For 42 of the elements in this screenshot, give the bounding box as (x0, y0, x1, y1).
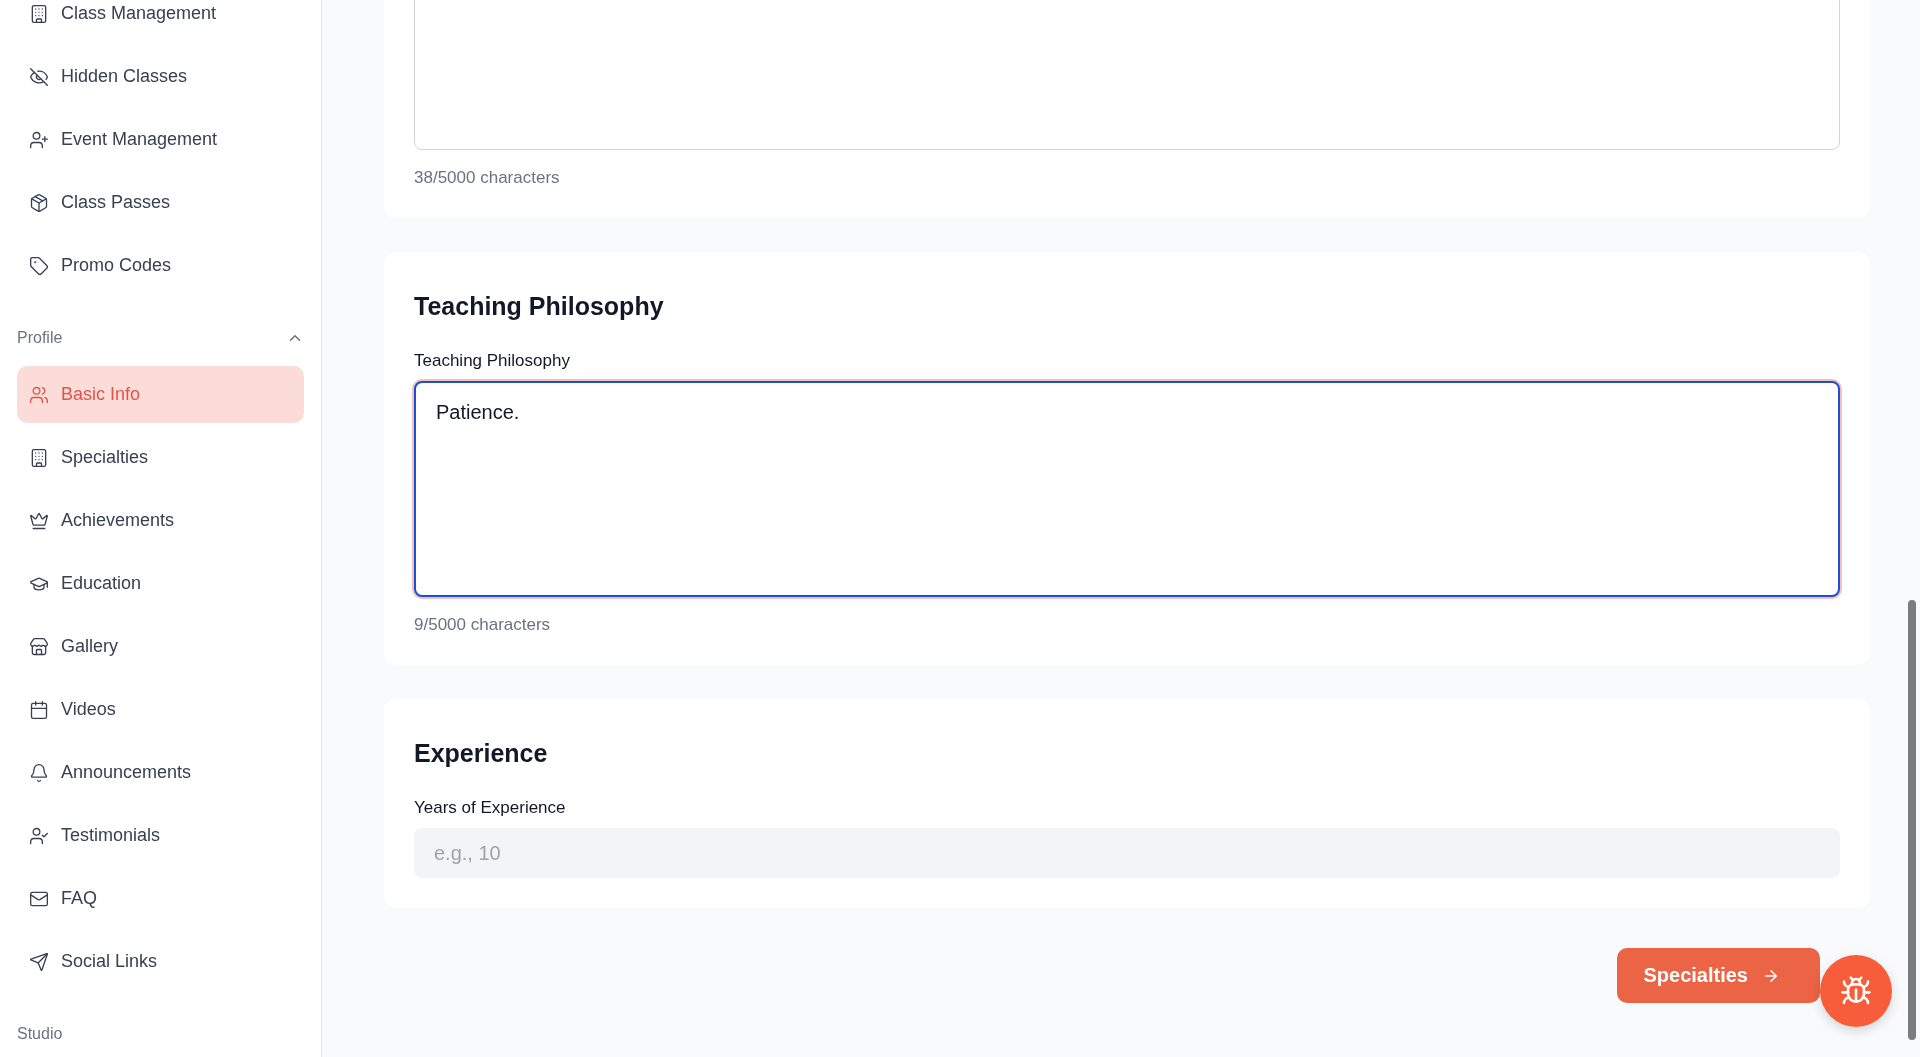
section-title: Studio (17, 1025, 63, 1043)
nav-icon (29, 129, 49, 150)
text-area[interactable] (414, 0, 1840, 150)
nav-icon (29, 66, 49, 87)
character-counter: 38/5000 characters (414, 168, 561, 188)
sidebar-item[interactable]: Social Links (17, 933, 304, 990)
sidebar-item[interactable]: Promo Codes (17, 237, 304, 294)
nav-icon (29, 3, 49, 24)
sidebar-item[interactable]: Videos (17, 681, 304, 738)
nav-icon (29, 447, 49, 468)
section-heading: Experience (414, 739, 549, 768)
nav-icon (29, 951, 49, 972)
field-label: Teaching Philosophy (414, 351, 571, 371)
sidebar-item[interactable]: Class Passes (17, 174, 304, 231)
sidebar-item[interactable]: Class Management (17, 0, 304, 42)
sidebar-item[interactable]: Achievements (17, 492, 304, 549)
nav-icon (29, 699, 49, 720)
sidebar-item[interactable]: Testimonials (17, 807, 304, 864)
sidebar-item[interactable]: Event Management (17, 111, 304, 168)
sidebar-item[interactable]: FAQ (17, 870, 304, 927)
nav-icon (29, 510, 49, 531)
nav-icon (29, 192, 49, 213)
nav-icon (29, 762, 49, 783)
section-header[interactable]: Profile (17, 318, 304, 358)
sidebar-item[interactable]: Specialties (17, 429, 304, 486)
nav-icon (29, 825, 49, 846)
text-area[interactable]: Patience. (414, 381, 1840, 597)
nav-icon (29, 636, 49, 657)
field-label: Years of Experience (414, 798, 567, 818)
section-title: Profile (17, 329, 63, 347)
bug-report-button[interactable] (1820, 955, 1892, 1027)
sidebar-item[interactable]: Education (17, 555, 304, 612)
scrollbar[interactable] (1908, 600, 1916, 1040)
nav-icon (29, 255, 49, 276)
character-counter: 9/5000 characters (414, 615, 552, 635)
input-field[interactable]: e.g., 10 (414, 828, 1840, 878)
sidebar-item[interactable]: Gallery (17, 618, 304, 675)
nav-icon (29, 384, 49, 405)
section-heading: Teaching Philosophy (414, 292, 665, 321)
sidebar-item[interactable]: Announcements (17, 744, 304, 801)
sidebar-item[interactable]: Hidden Classes (17, 48, 304, 105)
bug-icon (1840, 975, 1872, 1007)
